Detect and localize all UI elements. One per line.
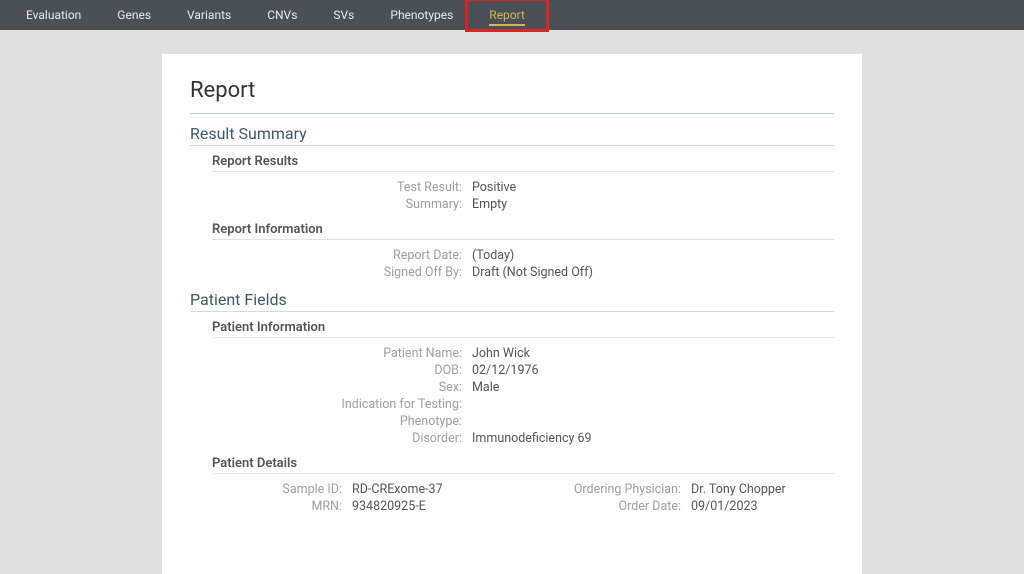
section-patient-fields: Patient Fields: [190, 290, 834, 309]
page: Report Result Summary Report Results Tes…: [0, 30, 1024, 574]
label-test-result: Test Result:: [212, 180, 472, 195]
sub-rule: [212, 239, 834, 240]
value-patient-name: John Wick: [472, 346, 834, 361]
value-test-result: Positive: [472, 180, 834, 195]
label-sample-id: Sample ID:: [212, 482, 352, 497]
label-sex: Sex:: [212, 380, 472, 395]
section-result-summary: Result Summary: [190, 124, 834, 143]
patient-details-left: Sample ID: RD-CRExome-37 MRN: 934820925-…: [212, 482, 515, 514]
sub-report-results: Report Results Test Result: Positive Sum…: [212, 154, 834, 212]
label-dob: DOB:: [212, 363, 472, 378]
value-summary: Empty: [472, 197, 834, 212]
label-patient-name: Patient Name:: [212, 346, 472, 361]
value-order-date: 09/01/2023: [691, 499, 834, 514]
sub-heading: Patient Details: [212, 456, 834, 471]
sub-heading: Patient Information: [212, 320, 834, 335]
kv-report-information: Report Date: (Today) Signed Off By: Draf…: [212, 248, 834, 280]
tab-variants[interactable]: Variants: [169, 0, 249, 30]
sub-patient-details: Patient Details Sample ID: RD-CRExome-37…: [212, 456, 834, 514]
label-disorder: Disorder:: [212, 431, 472, 446]
value-mrn: 934820925-E: [352, 499, 515, 514]
value-dob: 02/12/1976: [472, 363, 834, 378]
sub-heading: Report Information: [212, 222, 834, 237]
label-signed-off-by: Signed Off By:: [212, 265, 472, 280]
value-ordering-physician: Dr. Tony Chopper: [691, 482, 834, 497]
tab-svs[interactable]: SVs: [315, 0, 372, 30]
label-summary: Summary:: [212, 197, 472, 212]
label-order-date: Order Date:: [531, 499, 691, 514]
sub-patient-information: Patient Information Patient Name: John W…: [212, 320, 834, 446]
tab-report[interactable]: Report: [471, 0, 543, 30]
section-rule: [190, 311, 834, 312]
value-sex: Male: [472, 380, 834, 395]
sub-rule: [212, 473, 834, 474]
value-report-date: (Today): [472, 248, 834, 263]
report-panel: Report Result Summary Report Results Tes…: [162, 54, 862, 574]
sub-heading: Report Results: [212, 154, 834, 169]
sub-rule: [212, 337, 834, 338]
page-title: Report: [190, 78, 834, 103]
main-nav: Evaluation Genes Variants CNVs SVs Pheno…: [0, 0, 1024, 30]
tab-phenotypes[interactable]: Phenotypes: [372, 0, 471, 30]
label-mrn: MRN:: [212, 499, 352, 514]
label-phenotype: Phenotype:: [212, 414, 472, 429]
sub-rule: [212, 171, 834, 172]
value-signed-off-by: Draft (Not Signed Off): [472, 265, 834, 280]
value-sample-id: RD-CRExome-37: [352, 482, 515, 497]
patient-details-right: Ordering Physician: Dr. Tony Chopper Ord…: [531, 482, 834, 514]
page-title-rule: [190, 113, 834, 114]
value-disorder: Immunodeficiency 69: [472, 431, 834, 446]
label-report-date: Report Date:: [212, 248, 472, 263]
kv-patient-information: Patient Name: John Wick DOB: 02/12/1976 …: [212, 346, 834, 446]
tab-genes[interactable]: Genes: [99, 0, 169, 30]
section-rule: [190, 145, 834, 146]
patient-details-columns: Sample ID: RD-CRExome-37 MRN: 934820925-…: [212, 482, 834, 514]
tab-cnvs[interactable]: CNVs: [249, 0, 315, 30]
tab-evaluation[interactable]: Evaluation: [8, 0, 99, 30]
label-indication: Indication for Testing:: [212, 397, 472, 412]
value-indication: [472, 397, 834, 412]
value-phenotype: [472, 414, 834, 429]
sub-report-information: Report Information Report Date: (Today) …: [212, 222, 834, 280]
label-ordering-physician: Ordering Physician:: [531, 482, 691, 497]
kv-report-results: Test Result: Positive Summary: Empty: [212, 180, 834, 212]
